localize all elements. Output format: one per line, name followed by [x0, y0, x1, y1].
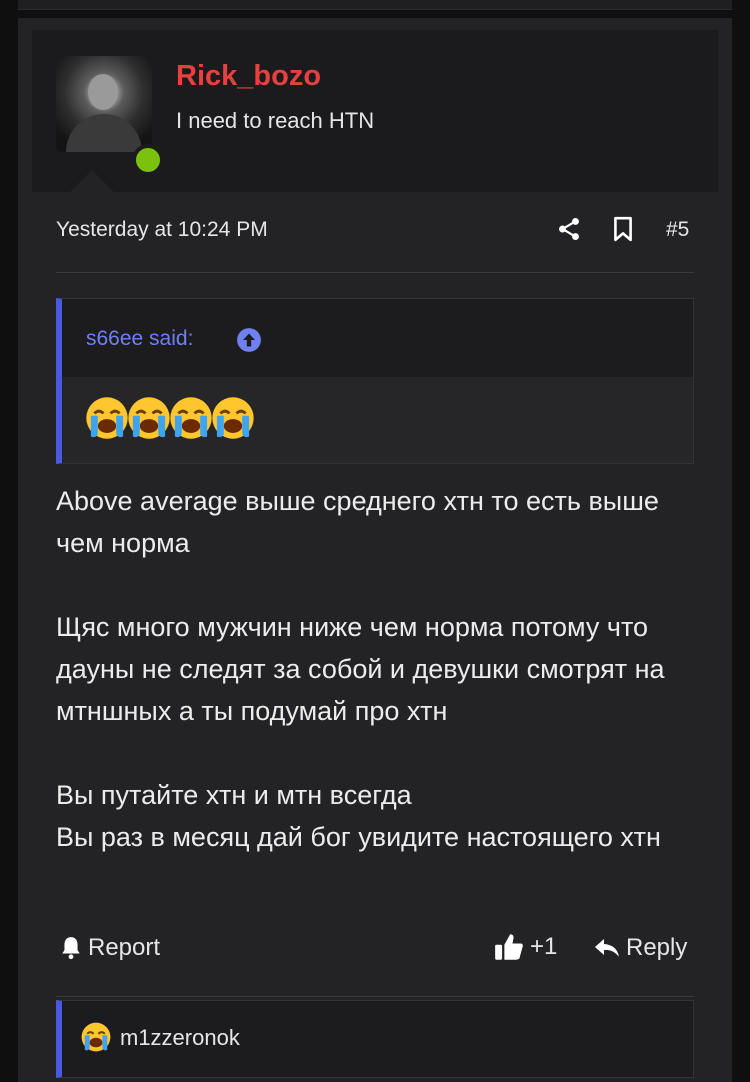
loudly-crying-face-icon	[212, 397, 254, 439]
arrow-up-circle-icon[interactable]	[236, 327, 262, 353]
reply-label: Reply	[626, 934, 688, 961]
quote-header[interactable]: s66ee said:	[62, 299, 693, 377]
post-actions: Report +1 Reply	[56, 930, 694, 972]
quote-body	[62, 377, 693, 463]
header-arrow	[70, 170, 114, 192]
like-button[interactable]: +1	[494, 932, 557, 962]
report-button[interactable]: Report	[60, 934, 160, 962]
loudly-crying-face-icon	[81, 1022, 111, 1052]
post-message: Above average выше среднего хтн то есть …	[56, 486, 665, 852]
username[interactable]: Rick_bozo	[176, 60, 321, 93]
share-icon[interactable]	[556, 216, 582, 242]
post: Rick_bozo I need to reach HTN Yesterday …	[18, 18, 732, 1082]
online-status-indicator	[132, 144, 164, 176]
loudly-crying-face-icon	[86, 397, 128, 439]
previous-post-edge	[18, 0, 732, 10]
loudly-crying-face-icon	[170, 397, 212, 439]
quote-block: s66ee said:	[56, 298, 694, 464]
loudly-crying-face-icon	[128, 397, 170, 439]
post-timestamp[interactable]: Yesterday at 10:24 PM	[56, 218, 268, 242]
bell-icon	[62, 937, 80, 960]
post-meta: Yesterday at 10:24 PM #5	[56, 214, 694, 254]
divider	[56, 272, 694, 273]
thumbs-up-icon	[495, 934, 523, 960]
reply-icon	[595, 939, 619, 957]
post-number[interactable]: #5	[666, 218, 689, 242]
reactions-bar[interactable]: m1zzeronok	[56, 1000, 694, 1078]
report-label: Report	[88, 934, 161, 961]
quote-author[interactable]: s66ee said:	[86, 327, 193, 351]
user-header: Rick_bozo I need to reach HTN	[32, 30, 718, 192]
emoji-row	[84, 395, 254, 441]
avatar-head	[88, 74, 118, 110]
bookmark-icon[interactable]	[612, 216, 634, 242]
divider	[56, 996, 694, 997]
user-title: I need to reach HTN	[176, 108, 375, 133]
reply-button[interactable]: Reply	[594, 934, 687, 962]
avatar[interactable]	[56, 56, 152, 152]
like-count: +1	[530, 933, 558, 960]
reactor-name[interactable]: m1zzeronok	[120, 1025, 240, 1051]
avatar-shoulders	[66, 114, 142, 152]
